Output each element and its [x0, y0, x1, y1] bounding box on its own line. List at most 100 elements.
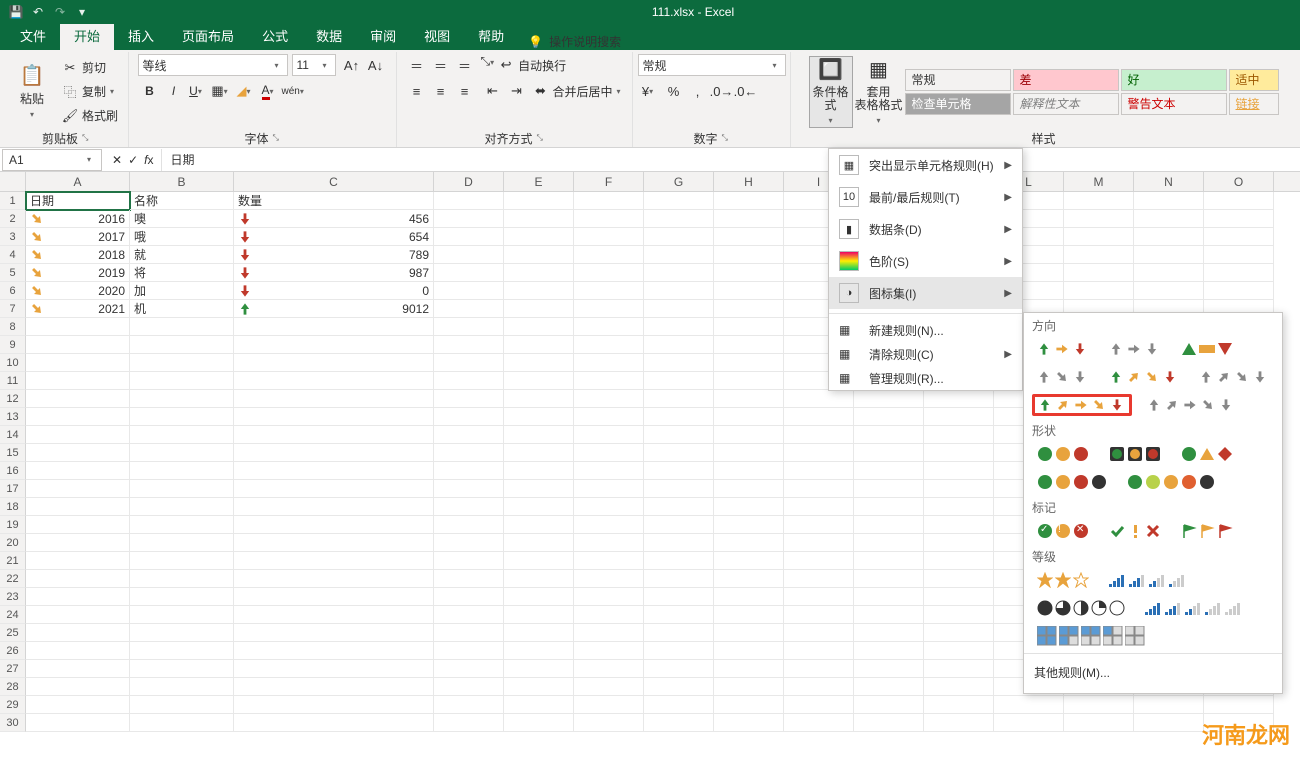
- cell[interactable]: [434, 354, 504, 372]
- cell[interactable]: [504, 624, 574, 642]
- cell[interactable]: [574, 444, 644, 462]
- cell[interactable]: [714, 282, 784, 300]
- cell-style-bad[interactable]: 差: [1013, 69, 1119, 91]
- cell[interactable]: [1064, 282, 1134, 300]
- cell[interactable]: [574, 354, 644, 372]
- cell[interactable]: 名称: [130, 192, 234, 210]
- row-header[interactable]: 24: [0, 606, 26, 624]
- cell[interactable]: [714, 480, 784, 498]
- cell[interactable]: [26, 318, 130, 336]
- align-right-button[interactable]: ≡: [453, 80, 477, 102]
- icon-set-option[interactable]: [1032, 443, 1094, 465]
- cell[interactable]: [924, 498, 994, 516]
- icon-set-option[interactable]: [1032, 366, 1094, 388]
- cell[interactable]: [714, 534, 784, 552]
- cell[interactable]: [574, 516, 644, 534]
- cell[interactable]: [644, 606, 714, 624]
- cell[interactable]: [434, 570, 504, 588]
- cell[interactable]: [26, 624, 130, 642]
- cell[interactable]: [924, 624, 994, 642]
- cell[interactable]: [1134, 264, 1204, 282]
- cell[interactable]: [26, 354, 130, 372]
- row-header[interactable]: 16: [0, 462, 26, 480]
- icon-set-option[interactable]: [1104, 569, 1192, 591]
- wrap-text-button[interactable]: ↩自动换行: [498, 54, 566, 76]
- cell[interactable]: 654: [234, 228, 434, 246]
- align-top-button[interactable]: ＝: [405, 54, 429, 76]
- cell[interactable]: [26, 552, 130, 570]
- cell[interactable]: [924, 534, 994, 552]
- cell[interactable]: [1204, 696, 1274, 714]
- cell[interactable]: [714, 516, 784, 534]
- bold-button[interactable]: B: [138, 80, 162, 102]
- cell[interactable]: [26, 462, 130, 480]
- cell[interactable]: [574, 624, 644, 642]
- cell[interactable]: 2021: [26, 300, 130, 318]
- font-size-combo[interactable]: 11▾: [292, 54, 336, 76]
- cell[interactable]: [130, 516, 234, 534]
- cell[interactable]: [504, 210, 574, 228]
- cell[interactable]: [574, 390, 644, 408]
- cell[interactable]: 将: [130, 264, 234, 282]
- cell[interactable]: [994, 696, 1064, 714]
- menu-color-scales[interactable]: 色阶(S)▶: [829, 245, 1022, 277]
- cell[interactable]: [854, 498, 924, 516]
- cell[interactable]: [854, 714, 924, 732]
- cell-style-good[interactable]: 好: [1121, 69, 1227, 91]
- cell[interactable]: [854, 678, 924, 696]
- cell[interactable]: [854, 606, 924, 624]
- row-header[interactable]: 12: [0, 390, 26, 408]
- row-header[interactable]: 27: [0, 660, 26, 678]
- cell[interactable]: [714, 642, 784, 660]
- formula-input[interactable]: 日期: [161, 149, 1300, 171]
- cell[interactable]: [234, 534, 434, 552]
- cell-style-neutral[interactable]: 适中: [1229, 69, 1279, 91]
- align-left-button[interactable]: ≡: [405, 80, 429, 102]
- cell[interactable]: [130, 606, 234, 624]
- cell[interactable]: [130, 588, 234, 606]
- icon-set-option[interactable]: [1032, 471, 1112, 493]
- cell[interactable]: [924, 480, 994, 498]
- cell[interactable]: [234, 624, 434, 642]
- cell[interactable]: [714, 300, 784, 318]
- row-header[interactable]: 8: [0, 318, 26, 336]
- cell[interactable]: [924, 390, 994, 408]
- cell[interactable]: [854, 390, 924, 408]
- cell[interactable]: [924, 516, 994, 534]
- cell[interactable]: [714, 624, 784, 642]
- cell[interactable]: [574, 462, 644, 480]
- increase-indent-button[interactable]: ⇥: [505, 80, 529, 102]
- cell[interactable]: [714, 372, 784, 390]
- cell[interactable]: [434, 660, 504, 678]
- icon-set-option[interactable]: [1032, 569, 1094, 591]
- column-header[interactable]: F: [574, 172, 644, 192]
- cell-style-warn[interactable]: 警告文本: [1121, 93, 1227, 115]
- row-header[interactable]: 7: [0, 300, 26, 318]
- row-header[interactable]: 4: [0, 246, 26, 264]
- cell[interactable]: [854, 534, 924, 552]
- cell[interactable]: [234, 570, 434, 588]
- cell[interactable]: [1064, 210, 1134, 228]
- cell[interactable]: 2019: [26, 264, 130, 282]
- cell[interactable]: [504, 606, 574, 624]
- cell[interactable]: [714, 696, 784, 714]
- icon-set-option[interactable]: [1176, 520, 1238, 542]
- icon-set-option[interactable]: [1032, 625, 1150, 647]
- cell[interactable]: [574, 264, 644, 282]
- icon-set-option[interactable]: [1176, 443, 1238, 465]
- cell[interactable]: [504, 318, 574, 336]
- cell[interactable]: [434, 318, 504, 336]
- cell[interactable]: [574, 246, 644, 264]
- cell[interactable]: [434, 336, 504, 354]
- cell[interactable]: [784, 624, 854, 642]
- row-header[interactable]: 25: [0, 624, 26, 642]
- cell[interactable]: [130, 480, 234, 498]
- cell[interactable]: [784, 408, 854, 426]
- cell[interactable]: [504, 678, 574, 696]
- cell[interactable]: 456: [234, 210, 434, 228]
- cell[interactable]: [924, 642, 994, 660]
- cell[interactable]: [574, 408, 644, 426]
- cell[interactable]: [434, 642, 504, 660]
- cell[interactable]: [784, 462, 854, 480]
- decrease-indent-button[interactable]: ⇤: [481, 80, 505, 102]
